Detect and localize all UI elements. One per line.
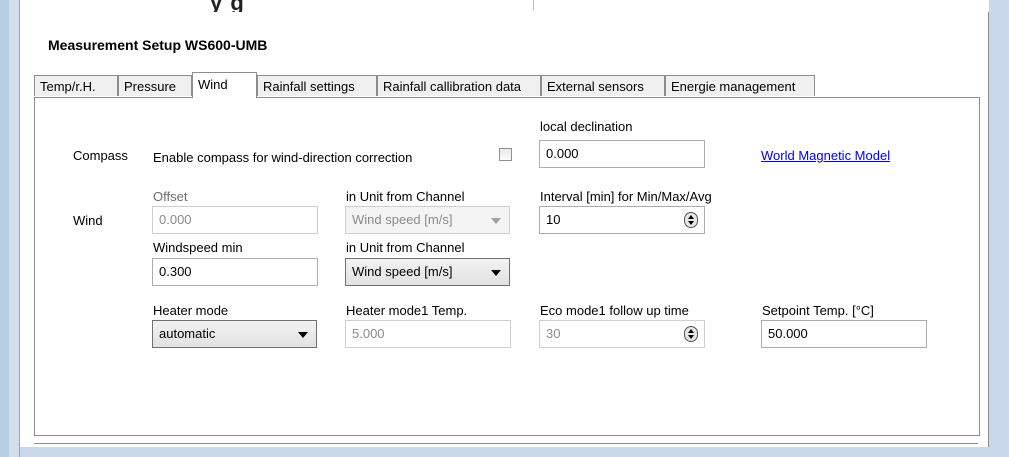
heater-mode1-temp-label: Heater mode1 Temp.: [346, 303, 468, 318]
offset-input[interactable]: 0.000: [152, 206, 318, 234]
setpoint-temp-label: Setpoint Temp. [°C]: [762, 303, 874, 318]
offset-unit-select[interactable]: Wind speed [m/s]: [345, 206, 510, 234]
heater-mode-label: Heater mode: [153, 303, 229, 318]
enable-compass-label: Enable compass for wind-direction correc…: [153, 150, 413, 165]
local-declination-input[interactable]: 0.000: [539, 140, 705, 168]
heater-mode1-temp-input[interactable]: 5.000: [345, 320, 511, 348]
interval-value: 10: [546, 212, 561, 227]
window-frame-bottom: [20, 446, 989, 457]
spin-updown-icon[interactable]: [684, 326, 698, 342]
windspeed-min-label: Windspeed min: [153, 240, 243, 255]
interval-spinner[interactable]: 10: [539, 206, 705, 234]
interval-label: Interval [min] for Min/Max/Avg: [540, 189, 712, 204]
window-top-strip: y g: [20, 0, 989, 15]
tab-rainfall-calibration[interactable]: Rainfall callibration data: [377, 75, 541, 96]
min-unit-label: in Unit from Channel: [346, 240, 465, 255]
enable-compass-checkbox[interactable]: [499, 148, 512, 161]
offset-unit-label: in Unit from Channel: [346, 189, 465, 204]
chevron-down-icon: [491, 270, 501, 276]
setpoint-temp-input[interactable]: 50.000: [761, 320, 927, 348]
window-frame-right: [988, 0, 1009, 457]
heater-mode-value: automatic: [159, 326, 216, 341]
wind-section-label: Wind: [73, 213, 103, 228]
wind-tab-panel: Compass Enable compass for wind-directio…: [34, 97, 980, 436]
chevron-down-icon: [298, 332, 308, 338]
min-unit-value: Wind speed [m/s]: [352, 264, 453, 279]
page-title: Measurement Setup WS600-UMB: [48, 37, 268, 53]
tab-wind[interactable]: Wind: [192, 72, 257, 98]
dialog-content: Measurement Setup WS600-UMB Temp/r.H. Pr…: [20, 12, 989, 447]
eco-mode1-value: 30: [546, 326, 561, 341]
offset-label: Offset: [153, 189, 188, 204]
divider: [533, 0, 534, 10]
spin-updown-icon[interactable]: [684, 212, 698, 228]
windspeed-min-input[interactable]: 0.300: [152, 258, 318, 286]
world-magnetic-model-link[interactable]: World Magnetic Model: [761, 148, 890, 163]
local-declination-label: local declination: [540, 119, 633, 134]
min-unit-select[interactable]: Wind speed [m/s]: [345, 258, 510, 286]
tab-rainfall-settings[interactable]: Rainfall settings: [257, 75, 377, 96]
tab-pressure[interactable]: Pressure: [118, 75, 192, 96]
tab-energie-management[interactable]: Energie management: [665, 75, 815, 96]
window-frame-left-inner: [9, 0, 20, 457]
eco-mode1-spinner[interactable]: 30: [539, 320, 705, 348]
offset-unit-value: Wind speed [m/s]: [352, 212, 453, 227]
tab-external-sensors[interactable]: External sensors: [541, 75, 665, 96]
eco-mode1-label: Eco mode1 follow up time: [540, 303, 689, 318]
heater-mode-select[interactable]: automatic: [152, 320, 317, 348]
compass-section-label: Compass: [73, 148, 128, 163]
tab-temp-rh[interactable]: Temp/r.H.: [34, 75, 118, 96]
chevron-down-icon: [491, 218, 501, 224]
